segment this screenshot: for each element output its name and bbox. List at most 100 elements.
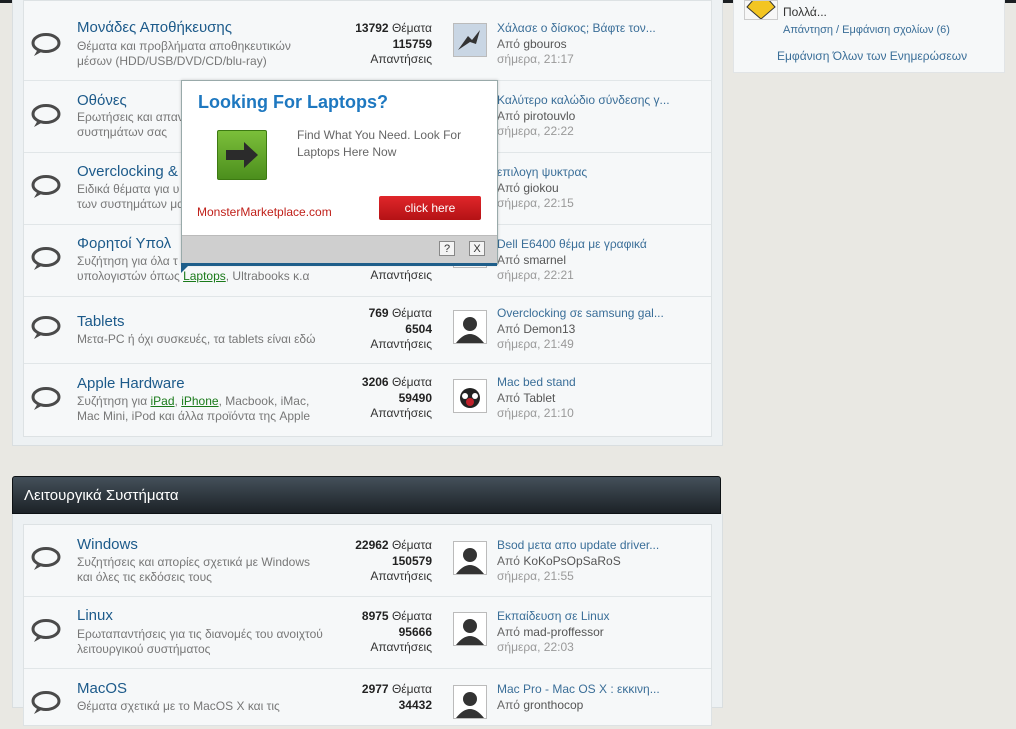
- speech-bubble-icon: [31, 104, 61, 128]
- last-post-title-link[interactable]: Χάλασε ο δίσκος; Βάφτε τον...: [497, 21, 687, 37]
- last-post-title-link[interactable]: επιλογη ψυκτρας: [497, 165, 687, 181]
- user-avatar[interactable]: [453, 612, 487, 646]
- user-avatar[interactable]: [453, 310, 487, 344]
- last-post-user-link[interactable]: gronthocop: [523, 698, 583, 712]
- user-avatar[interactable]: [453, 541, 487, 575]
- last-post-time: σήμερα, 22:22: [497, 124, 574, 138]
- last-post-info: Dell E6400 θέμα με γραφικά Από smarnel σήμ…: [497, 237, 687, 284]
- desc-line: Ερωταπαντήσεις για τις διανομές του ανοι…: [77, 627, 323, 641]
- threads-label: Θέματα: [391, 538, 432, 552]
- threads-count: 8975: [361, 609, 389, 623]
- by-label: Από: [497, 390, 520, 405]
- forum-row: Windows Συζητήσεις και απορίες σχετικά μ…: [24, 525, 711, 597]
- last-post-info: Mac Pro - Mac OS X : εκκινη... Από gronth…: [497, 682, 687, 713]
- threads-label: Θέματα: [391, 21, 432, 35]
- last-post-title-link[interactable]: Bsod μετα απο update driver...: [497, 538, 687, 554]
- forum-title-link[interactable]: Linux: [77, 607, 113, 624]
- desc-line: λειτουργικού συστήματος: [77, 642, 211, 656]
- last-post-info: Bsod μετα απο update driver... Από KoKoPs…: [497, 538, 687, 585]
- show-all-updates-link[interactable]: Εμφάνιση Όλων των Ενημερώσεων: [777, 49, 967, 63]
- last-post-user-link[interactable]: mad-proffessor: [523, 625, 603, 639]
- last-post-time: σήμερα, 21:49: [497, 337, 574, 351]
- by-label: Από: [497, 36, 520, 51]
- last-post-user-link[interactable]: KoKoPsOpSaRoS: [523, 554, 620, 568]
- forum-title-link[interactable]: Μονάδες Αποθήκευσης: [77, 19, 232, 36]
- threads-label: Θέματα: [391, 682, 432, 696]
- arrow-right-icon: [217, 130, 267, 180]
- posts-label: Απαντήσεις: [370, 268, 432, 282]
- last-post-title-link[interactable]: Mac bed stand: [497, 375, 687, 391]
- forum-title-link[interactable]: Overclocking &: [77, 163, 178, 180]
- iphone-link[interactable]: iPhone: [181, 394, 218, 408]
- desc-line: μέσων (HDD/USB/DVD/CD/blu-ray): [77, 54, 267, 68]
- ad-close-button[interactable]: X: [469, 241, 485, 256]
- last-post-title-link[interactable]: Εκπαίδευση σε Linux: [497, 609, 687, 625]
- by-label: Από: [497, 624, 520, 639]
- last-post-title-link[interactable]: Overclocking σε samsung gal...: [497, 306, 687, 322]
- ad-title: Looking For Laptops?: [198, 92, 388, 112]
- ad-site-link[interactable]: MonsterMarketplace.com: [197, 205, 332, 219]
- last-post-title-link[interactable]: Mac Pro - Mac OS X : εκκινη...: [497, 682, 687, 698]
- by-label: Από: [497, 697, 520, 712]
- forum-title-link[interactable]: MacOS: [77, 680, 127, 697]
- forum-row: Tablets Μετα-PC ή όχι συσκευές, τα table…: [24, 297, 711, 364]
- last-post-user-link[interactable]: Tablet: [523, 391, 555, 405]
- posts-label: Απαντήσεις: [370, 337, 432, 351]
- last-post-user-link[interactable]: pirotouvlo: [523, 109, 575, 123]
- ad-help-button[interactable]: ?: [439, 241, 455, 256]
- forum-description: Ερωταπαντήσεις για τις διανομές του ανοι…: [77, 627, 337, 657]
- user-avatar[interactable]: [453, 685, 487, 719]
- last-post-user-link[interactable]: giokou: [523, 181, 558, 195]
- last-post-info: Χάλασε ο δίσκος; Βάφτε τον... Από gbouros…: [497, 21, 687, 68]
- speech-bubble-icon: [31, 691, 61, 715]
- forum-title-link[interactable]: Apple Hardware: [77, 375, 185, 392]
- last-post-time: σήμερα, 22:15: [497, 196, 574, 210]
- ipad-link[interactable]: iPad: [151, 394, 175, 408]
- by-label: Από: [497, 553, 520, 568]
- last-post-title-link[interactable]: Dell E6400 θέμα με γραφικά: [497, 237, 687, 253]
- threads-count: 769: [368, 306, 389, 320]
- desc-line: Συζητήσεις και απορίες σχετικά με Window…: [77, 555, 311, 569]
- last-post-user-link[interactable]: smarnel: [523, 253, 566, 267]
- forum-stats: 22962 Θέματα 150579 Απαντήσεις: [344, 538, 432, 585]
- last-post-user-link[interactable]: Demon13: [523, 322, 575, 336]
- forum-stats: 769 Θέματα 6504 Απαντήσεις: [344, 306, 432, 353]
- last-post-time: σήμερα, 22:03: [497, 640, 574, 654]
- last-post-time: σήμερα, 21:55: [497, 569, 574, 583]
- click-here-button[interactable]: click here: [379, 196, 481, 220]
- desc-line: Mac Mini, iPod και άλλα προϊόντα της App…: [77, 409, 311, 423]
- forum-title-link[interactable]: Windows: [77, 536, 138, 553]
- speech-bubble-icon: [31, 316, 61, 340]
- last-post-title-link[interactable]: Καλύτερο καλώδιο σύνδεσης γ...: [497, 93, 687, 109]
- forum-stats: 2977 Θέματα 34432: [344, 682, 432, 713]
- forum-stats: 13792 Θέματα 115759 Απαντήσεις: [344, 21, 432, 68]
- activity-panel: Πολλά... Απάντηση / Εμφάνιση σχολίων (6)…: [733, 0, 1005, 73]
- posts-label: Απαντήσεις: [370, 569, 432, 583]
- speech-bubble-icon: [31, 547, 61, 571]
- by-label: Από: [497, 180, 520, 195]
- forum-title-link[interactable]: Φορητοί Υπολ: [77, 235, 171, 252]
- speech-bubble-icon: [31, 33, 61, 57]
- category-header[interactable]: Λειτουργικά Συστήματα: [12, 476, 721, 514]
- forum-description: Συζητήσεις και απορίες σχετικά με Window…: [77, 555, 327, 585]
- reply-comments-link[interactable]: Απάντηση / Εμφάνιση σχολίων (6): [783, 24, 950, 36]
- forum-stats: 8975 Θέματα 95666 Απαντήσεις: [344, 609, 432, 656]
- threads-count: 2977: [361, 682, 389, 696]
- speech-bubble-icon: [31, 247, 61, 271]
- user-avatar[interactable]: [453, 379, 487, 413]
- forum-row: Apple Hardware Συζήτηση για iPad, iPhone…: [24, 364, 711, 435]
- last-post-time: σήμερα, 21:17: [497, 52, 574, 66]
- last-post-user-link[interactable]: gbouros: [523, 37, 566, 51]
- activity-preview-text: Πολλά...: [783, 5, 827, 19]
- desc-line: των συστημάτων μα: [77, 197, 185, 211]
- speech-bubble-icon: [31, 175, 61, 199]
- forum-stats: 3206 Θέματα 59490 Απαντήσεις: [344, 375, 432, 422]
- user-avatar[interactable]: [453, 23, 487, 57]
- laptops-ad-popup[interactable]: Looking For Laptops? Find What You Need.…: [181, 80, 498, 266]
- by-label: Από: [497, 252, 520, 267]
- posts-label: Απαντήσεις: [370, 52, 432, 66]
- forum-title-link[interactable]: Οθόνες: [77, 92, 127, 109]
- forum-row: Linux Ερωταπαντήσεις για τις διανομές το…: [24, 597, 711, 669]
- forum-title-link[interactable]: Tablets: [77, 313, 125, 330]
- desc-line: συστημάτων σας: [77, 125, 168, 139]
